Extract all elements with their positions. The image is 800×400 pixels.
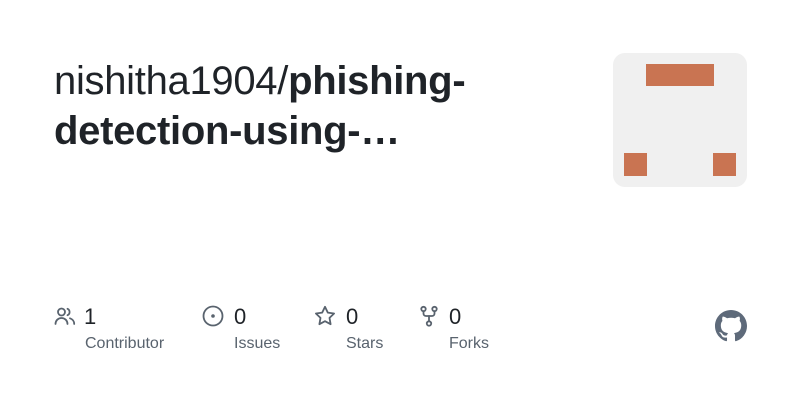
- star-icon: [315, 305, 335, 326]
- contributors-count: 1: [84, 304, 97, 329]
- repo-social-card: nishitha1904/phishing- detection-using-……: [0, 0, 800, 400]
- repo-forked-icon: [420, 305, 438, 327]
- repo-name-line1: phishing-: [288, 59, 466, 103]
- repo-title[interactable]: nishitha1904/phishing- detection-using-…: [54, 56, 574, 156]
- stars-count: 0: [346, 304, 359, 329]
- avatar-identicon-block: [646, 64, 714, 86]
- stars-label: Stars: [346, 335, 384, 352]
- contributors-label: Contributor: [85, 335, 165, 352]
- forks-count: 0: [449, 304, 462, 329]
- people-icon: [54, 307, 76, 325]
- github-mark-icon[interactable]: [715, 310, 747, 342]
- avatar-identicon-block: [713, 153, 736, 176]
- forks-label: Forks: [449, 335, 489, 352]
- owner-avatar[interactable]: [613, 53, 747, 187]
- repo-name-line2: detection-using-…: [54, 109, 400, 153]
- issues-label: Issues: [234, 335, 281, 352]
- repo-owner: nishitha1904/: [54, 59, 289, 103]
- issues-count: 0: [234, 304, 247, 329]
- avatar-identicon-block: [624, 153, 647, 176]
- issue-opened-icon: [202, 305, 224, 327]
